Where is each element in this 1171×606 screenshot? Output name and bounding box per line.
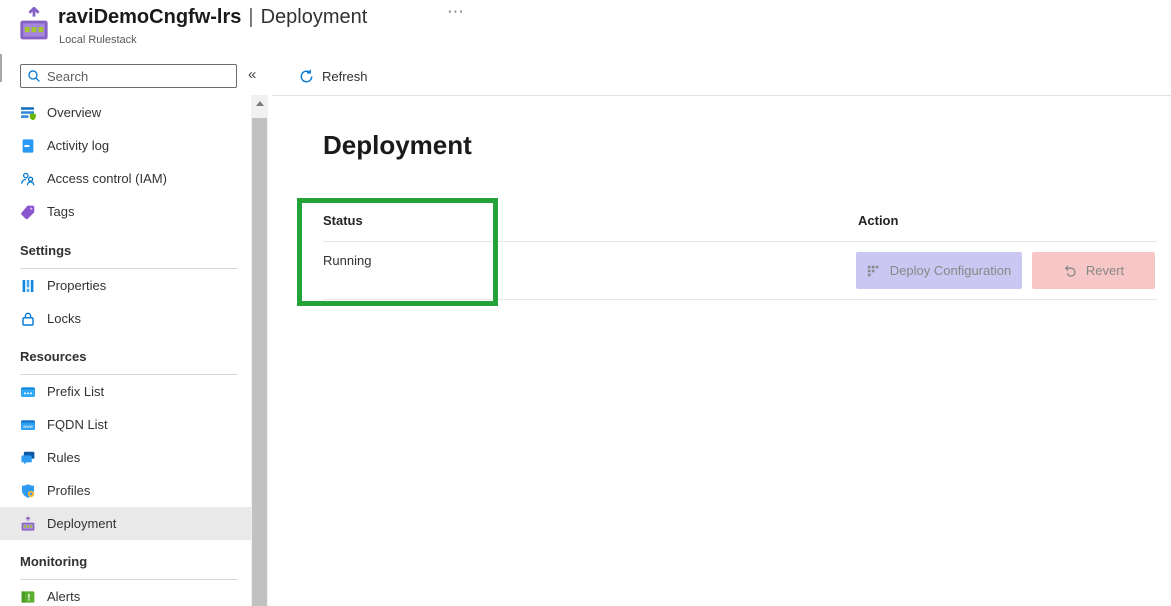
table-row-divider bbox=[323, 299, 1157, 300]
sidebar-item-profiles[interactable]: Profiles bbox=[0, 474, 251, 507]
column-header-action: Action bbox=[858, 213, 898, 228]
collapse-sidebar-icon[interactable]: « bbox=[248, 66, 256, 83]
section-header: Monitoring bbox=[20, 551, 237, 572]
deployment-icon bbox=[20, 516, 36, 532]
deploy-configuration-label: Deploy Configuration bbox=[890, 263, 1011, 278]
page-title: Deployment bbox=[323, 130, 472, 161]
sidebar-item-alerts[interactable]: ! Alerts bbox=[0, 580, 251, 606]
sidebar-item-label: Properties bbox=[47, 278, 106, 293]
resource-type-label: Local Rulestack bbox=[59, 34, 137, 46]
sidebar-section-monitoring: Monitoring bbox=[0, 551, 251, 580]
locks-icon bbox=[20, 311, 36, 327]
revert-label: Revert bbox=[1086, 263, 1124, 278]
profiles-icon bbox=[20, 483, 36, 499]
column-header-status: Status bbox=[323, 213, 363, 228]
panel-edge-divider bbox=[0, 54, 2, 82]
sidebar-item-label: Overview bbox=[47, 105, 101, 120]
search-icon bbox=[27, 69, 41, 83]
sidebar-item-rules[interactable]: Rules bbox=[0, 441, 251, 474]
sidebar-item-access-control[interactable]: Access control (IAM) bbox=[0, 162, 251, 195]
section-header: Settings bbox=[20, 240, 237, 261]
sidebar-item-label: Rules bbox=[47, 450, 80, 465]
sidebar-item-activity-log[interactable]: Activity log bbox=[0, 129, 251, 162]
properties-icon bbox=[20, 278, 36, 294]
sidebar-item-deployment[interactable]: Deployment bbox=[0, 507, 251, 540]
deploy-icon bbox=[867, 264, 881, 278]
sidebar-item-label: Profiles bbox=[47, 483, 90, 498]
local-rulestack-icon bbox=[18, 7, 50, 45]
title-separator: | bbox=[241, 6, 260, 28]
action-buttons: Deploy Configuration Revert bbox=[856, 252, 1155, 289]
toolbar-divider bbox=[272, 95, 1171, 96]
search-input[interactable] bbox=[47, 69, 230, 84]
alerts-icon: ! bbox=[20, 589, 36, 605]
refresh-icon bbox=[299, 69, 314, 84]
tags-icon bbox=[20, 204, 36, 220]
refresh-label: Refresh bbox=[322, 69, 368, 84]
sidebar-item-locks[interactable]: Locks bbox=[0, 302, 251, 335]
svg-text:www: www bbox=[23, 424, 34, 429]
access-control-icon bbox=[20, 171, 36, 187]
refresh-button[interactable]: Refresh bbox=[299, 66, 368, 86]
rules-icon bbox=[20, 450, 36, 466]
page-header-title: raviDemoCngfw-lrs|Deployment bbox=[58, 6, 367, 29]
sidebar-section-resources: Resources bbox=[0, 346, 251, 375]
sidebar-section-settings: Settings bbox=[0, 240, 251, 269]
deploy-configuration-button[interactable]: Deploy Configuration bbox=[856, 252, 1022, 289]
sidebar-search[interactable] bbox=[20, 64, 237, 88]
sidebar-item-label: Prefix List bbox=[47, 384, 104, 399]
section-header: Resources bbox=[20, 346, 237, 367]
more-options-icon[interactable]: ⋯ bbox=[447, 2, 464, 22]
activity-log-icon bbox=[20, 138, 36, 154]
sidebar-item-tags[interactable]: Tags bbox=[0, 195, 251, 228]
sidebar-item-label: Access control (IAM) bbox=[47, 171, 167, 186]
svg-text:!: ! bbox=[27, 592, 30, 603]
overview-icon bbox=[20, 105, 36, 121]
table-header-divider bbox=[323, 241, 1157, 242]
revert-button[interactable]: Revert bbox=[1032, 252, 1155, 289]
sidebar-item-prefix-list[interactable]: Prefix List bbox=[0, 375, 251, 408]
sidebar-item-label: Deployment bbox=[47, 516, 116, 531]
sidebar-item-label: Alerts bbox=[47, 589, 80, 604]
sidebar-item-fqdn-list[interactable]: www FQDN List bbox=[0, 408, 251, 441]
scrollbar-up-arrow-icon[interactable] bbox=[251, 95, 268, 112]
sidebar-item-properties[interactable]: Properties bbox=[0, 269, 251, 302]
sidebar-nav: Overview Activity log Access control (IA… bbox=[0, 96, 251, 606]
resource-name: raviDemoCngfw-lrs bbox=[58, 6, 241, 28]
page-name: Deployment bbox=[261, 6, 368, 28]
prefix-list-icon bbox=[20, 384, 36, 400]
scrollbar-thumb[interactable] bbox=[252, 118, 267, 606]
sidebar-item-label: FQDN List bbox=[47, 417, 108, 432]
sidebar-scrollbar[interactable] bbox=[251, 95, 268, 606]
sidebar-item-label: Activity log bbox=[47, 138, 109, 153]
sidebar-item-label: Locks bbox=[47, 311, 81, 326]
sidebar-item-overview[interactable]: Overview bbox=[0, 96, 251, 129]
status-value: Running bbox=[323, 253, 371, 268]
revert-icon bbox=[1063, 264, 1077, 278]
sidebar-item-label: Tags bbox=[47, 204, 74, 219]
fqdn-list-icon: www bbox=[20, 417, 36, 433]
